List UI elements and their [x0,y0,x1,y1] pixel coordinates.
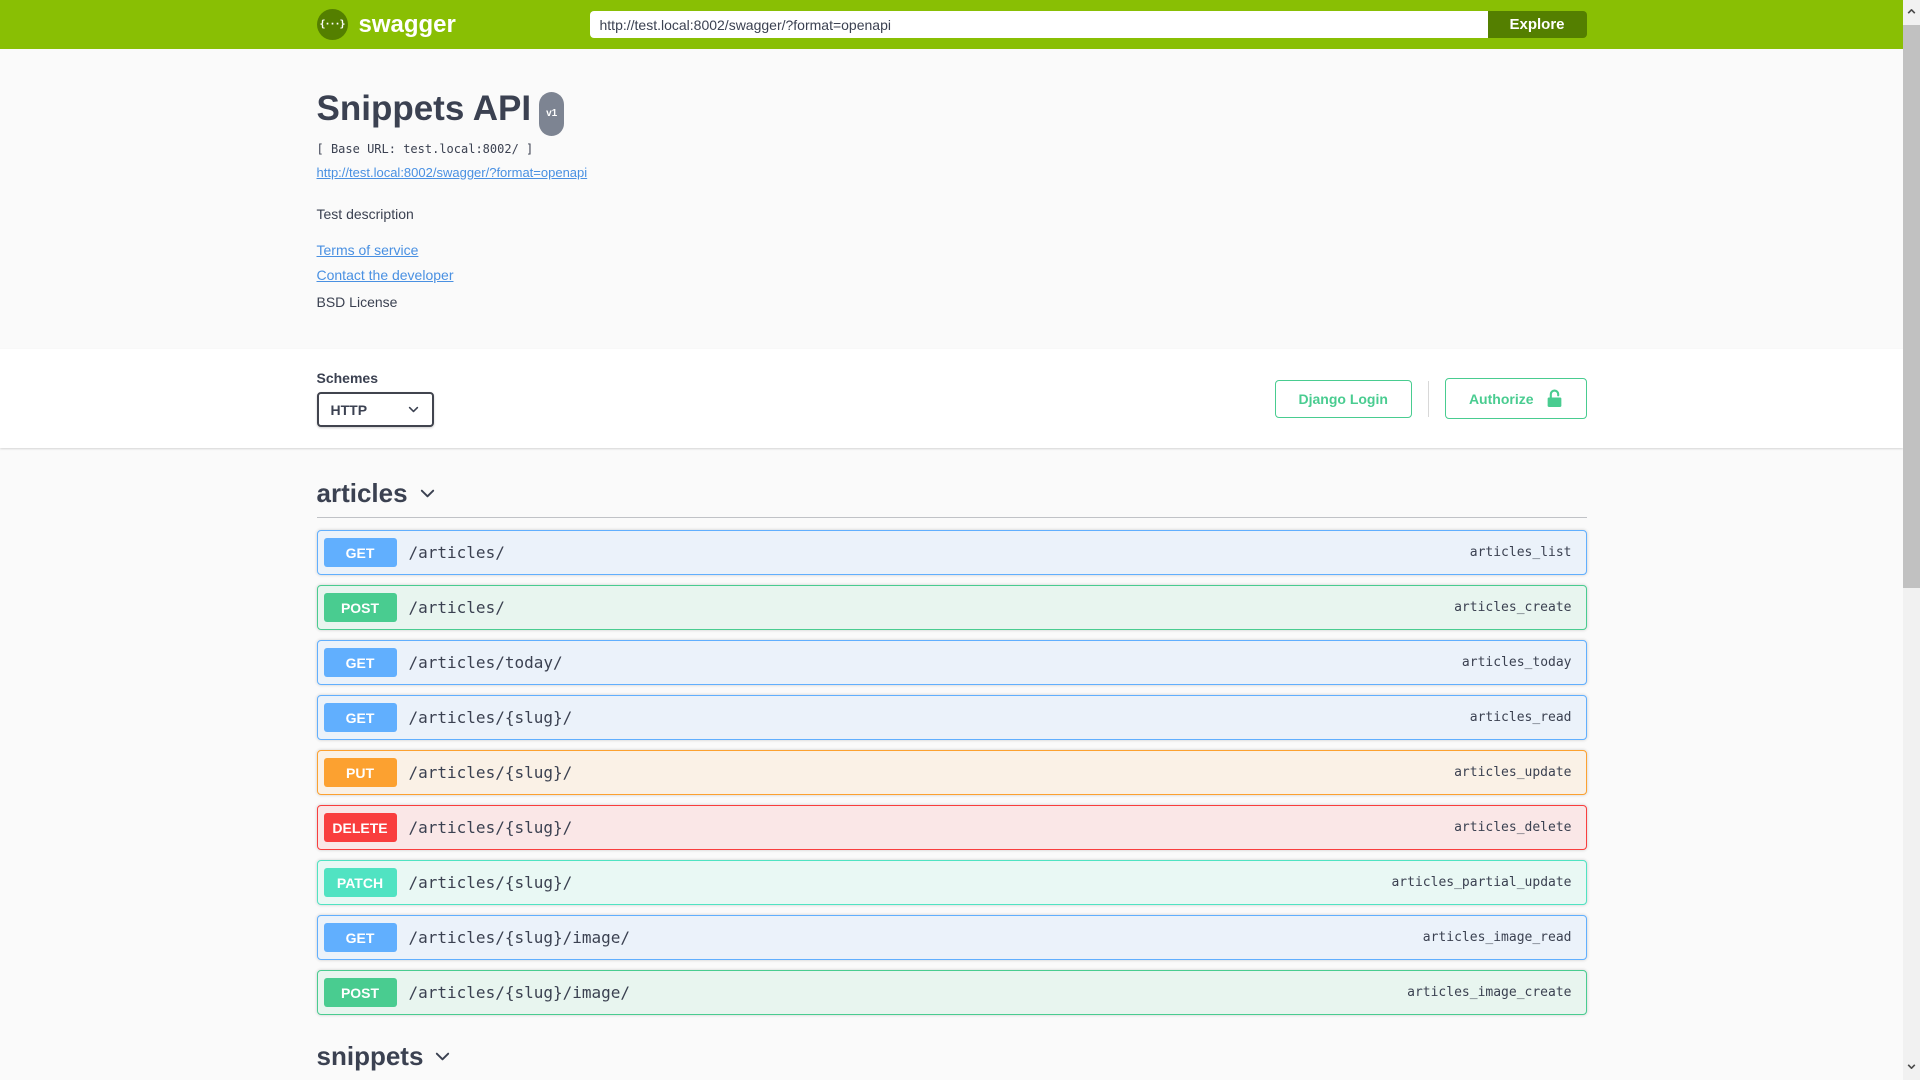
page-title: Snippets API v1 [316,89,1587,136]
endpoint-row[interactable]: GET/articles/articles_list [316,530,1587,575]
auth-wrapper: Django Login Authorize [1274,378,1587,419]
operation-id: articles_partial_update [1391,875,1572,890]
method-badge: GET [323,648,397,677]
scheme-select[interactable]: HTTP [316,392,434,427]
django-login-button[interactable]: Django Login [1274,379,1412,418]
operation-id: articles_update [1454,765,1572,780]
topbar: {···} swagger Explore [0,0,1903,49]
api-description: Test description [316,206,414,222]
scrollbar-thumb[interactable] [1903,25,1920,588]
schemes-label: Schemes [316,370,378,386]
scheme-selected-value: HTTP [330,401,368,418]
api-title-text: Snippets API [316,89,532,128]
tag-section-snippets: snippetsGET/snippets/snippets_list [317,1041,1587,1080]
tag-label: articles [316,478,408,508]
authorize-label: Authorize [1468,390,1534,407]
tag-header-articles[interactable]: articles [317,478,437,509]
authorize-button[interactable]: Authorize [1444,378,1587,419]
scheme-container: Schemes HTTP Django Login Authorize [0,349,1903,448]
endpoint-path: /articles/ [408,543,505,562]
endpoint-row[interactable]: PATCH/articles/{slug}/ articles_partial_u… [316,860,1587,905]
tag-label: snippets [316,1041,424,1071]
swagger-logo-icon: {···} [316,9,348,40]
swagger-brand-link[interactable]: {···} swagger [316,9,456,40]
license-text: BSD License [316,294,398,310]
operation-id: articles_create [1454,600,1572,615]
explore-button[interactable]: Explore [1487,11,1587,38]
scrollbar[interactable] [1903,0,1920,1080]
method-badge: DELETE [323,813,397,842]
operation-id: articles_read [1469,710,1572,725]
operation-list: GET/articles/articles_list POST/articles/… [316,530,1587,1015]
auth-divider [1427,380,1429,417]
endpoint-path: /articles/{slug}/ [408,873,573,892]
spec-url-input[interactable] [589,11,1488,38]
terms-of-service-link[interactable]: Terms of service [317,242,419,258]
endpoint-path: /articles/ [408,598,505,617]
operation-id: articles_list [1469,545,1572,560]
django-login-label: Django Login [1298,390,1388,407]
chevron-down-icon [420,489,434,498]
spec-link[interactable]: http://test.local:8002/swagger/?format=o… [317,165,588,180]
method-badge: GET [323,703,397,732]
swagger-brand-name: swagger [358,10,456,38]
api-sections: articles GET/articles/articles_list POST/a… [316,478,1587,1080]
method-badge: GET [323,923,397,952]
operation-id: articles_image_read [1422,930,1572,945]
endpoint-row[interactable]: GET/articles/{slug}/image/articles_image… [316,915,1587,960]
endpoint-row[interactable]: PUT/articles/{slug}/ articles_update [316,750,1587,795]
operation-id: articles_image_create [1407,985,1572,1000]
version-badge: v1 [539,92,565,136]
chevron-down-icon [408,406,418,413]
operation-id: articles_today [1461,655,1572,670]
endpoint-row[interactable]: POST/articles/articles_create [316,585,1587,630]
endpoint-row[interactable]: POST/articles/{slug}/image/articles_imag… [316,970,1587,1015]
unlock-icon [1547,389,1561,407]
endpoint-path: /articles/{slug}/ [408,708,573,727]
method-badge: PATCH [323,868,397,897]
endpoint-path: /articles/{slug}/ [408,763,573,782]
endpoint-path: /articles/today/ [408,653,563,672]
schemes-block: Schemes HTTP [316,370,434,427]
tag-header-snippets[interactable]: snippets [317,1041,453,1072]
tag-divider [316,517,1587,518]
base-url: [ Base URL: test.local:8002/ ] [316,142,534,156]
spec-url-bar: Explore [589,11,1587,38]
tag-section-articles: articles GET/articles/articles_list POST/a… [316,478,1587,1015]
endpoint-path: /articles/{slug}/image/ [408,983,631,1002]
chevron-down-icon [436,1052,450,1061]
info-section: Snippets API v1 [ Base URL: test.local:8… [317,49,1587,349]
scroll-down-arrow-icon[interactable] [1903,1058,1920,1075]
endpoint-path: /articles/{slug}/ [408,818,573,837]
operation-id: articles_delete [1454,820,1572,835]
method-badge: PUT [323,758,397,787]
endpoint-row[interactable]: GET/articles/{slug}/ articles_read [316,695,1587,740]
endpoint-row[interactable]: GET/articles/today/articles_today [316,640,1587,685]
endpoint-path: /articles/{slug}/image/ [408,928,631,947]
contact-developer-link[interactable]: Contact the developer [317,267,454,283]
method-badge: GET [323,538,397,567]
page: {···} swagger Explore Snippets API v1 [ … [0,0,1903,1080]
method-badge: POST [323,593,397,622]
endpoint-row[interactable]: DELETE/articles/{slug}/ articles_delete [316,805,1587,850]
scroll-up-arrow-icon[interactable] [1903,3,1920,20]
method-badge: POST [323,978,397,1007]
